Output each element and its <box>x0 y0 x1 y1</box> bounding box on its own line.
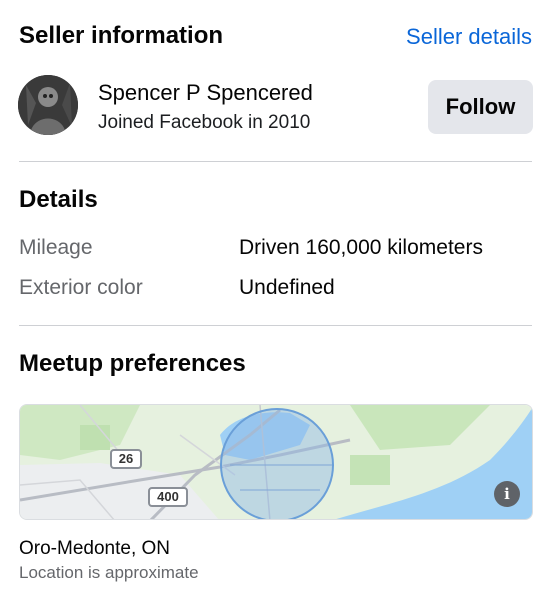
seller-name[interactable]: Spencer P Spencered <box>98 80 313 106</box>
details-title: Details <box>19 186 98 213</box>
info-icon[interactable]: i <box>494 481 520 507</box>
seller-information-title: Seller information <box>19 22 224 49</box>
divider <box>19 161 532 162</box>
mileage-value: Driven 160,000 kilometers <box>239 236 483 259</box>
location-note: Location is approximate <box>19 563 199 582</box>
exterior-color-value: Undefined <box>239 276 335 299</box>
exterior-color-label: Exterior color <box>19 276 143 299</box>
mileage-label: Mileage <box>19 236 93 259</box>
divider <box>19 325 532 326</box>
follow-button[interactable]: Follow <box>428 80 533 134</box>
map-graphic <box>20 405 532 519</box>
location-map[interactable]: 26 400 i <box>19 404 533 520</box>
seller-details-link[interactable]: Seller details <box>406 24 532 50</box>
highway-26-shield: 26 <box>110 449 142 469</box>
location-name: Oro-Medonte, ON <box>19 538 170 559</box>
highway-400-shield: 400 <box>148 487 188 507</box>
meetup-preferences-title: Meetup preferences <box>19 350 246 377</box>
avatar[interactable] <box>18 75 78 135</box>
seller-joined-text: Joined Facebook in 2010 <box>98 112 311 133</box>
